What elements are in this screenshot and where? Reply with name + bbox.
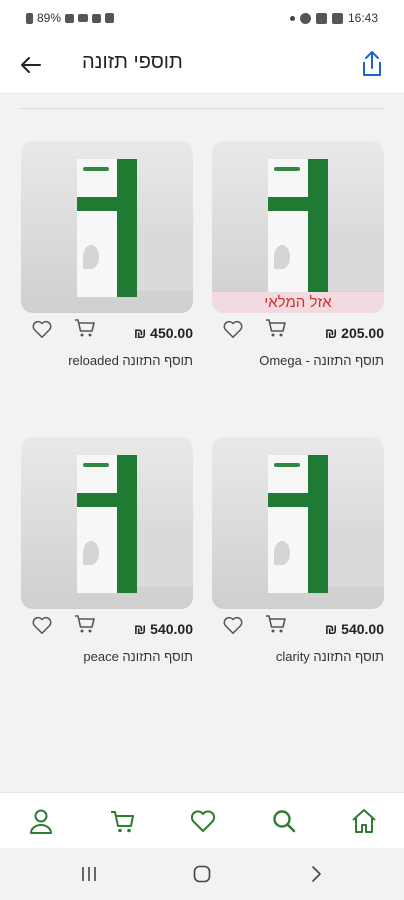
wifi-icon [78, 14, 89, 22]
heart-icon[interactable] [189, 807, 217, 835]
profile-icon[interactable] [27, 807, 55, 835]
product-name[interactable]: תוסף התזונה - Omega [212, 353, 384, 368]
product-price: 540.00 ₪ [324, 621, 384, 637]
product-price: 205.00 ₪ [324, 325, 384, 341]
product-card[interactable]: אזל המלאי 205.00 ₪ תוסף התזונה - Omega [212, 141, 384, 368]
chevron-right-icon[interactable] [306, 864, 326, 884]
product-card[interactable]: 540.00 ₪ תוסף התזונה peace [21, 437, 193, 664]
product-image[interactable] [21, 141, 193, 313]
arrow-left-icon [21, 57, 41, 73]
app-notification-icon [299, 12, 311, 24]
leaf-icon [83, 245, 99, 269]
add-to-cart-icon[interactable] [73, 317, 97, 339]
recent-apps-icon[interactable] [79, 864, 99, 884]
add-to-cart-icon[interactable] [73, 613, 97, 635]
product-price: 450.00 ₪ [133, 325, 193, 341]
product-image[interactable] [21, 437, 193, 609]
share-icon [363, 51, 381, 76]
home-circle-icon[interactable] [192, 864, 212, 884]
app-bar: תוספי תזונה [0, 36, 404, 94]
page-title: תוספי תזונה [82, 51, 183, 73]
search-icon[interactable] [270, 807, 298, 835]
card-actions: 450.00 ₪ [21, 313, 193, 353]
battery-level: 89% [37, 11, 62, 25]
signal-icon [65, 13, 75, 23]
add-to-cart-icon[interactable] [264, 613, 288, 635]
system-nav-bar [0, 848, 404, 900]
divider [20, 108, 384, 109]
product-name[interactable]: תוסף התזונה peace [21, 649, 193, 664]
card-actions: 540.00 ₪ [212, 609, 384, 649]
bottom-nav [0, 792, 404, 848]
heart-icon[interactable] [31, 615, 53, 635]
cart-icon[interactable] [108, 807, 136, 835]
back-button[interactable] [16, 50, 46, 80]
leaf-icon [274, 245, 290, 269]
product-name[interactable]: תוסף התזונה reloaded [21, 353, 193, 368]
heart-icon[interactable] [31, 319, 53, 339]
product-image[interactable] [212, 437, 384, 609]
heart-icon[interactable] [222, 319, 244, 339]
mute-icon [92, 13, 102, 23]
card-actions: 205.00 ₪ [212, 313, 384, 353]
product-price: 540.00 ₪ [133, 621, 193, 637]
image-icon [331, 12, 343, 24]
sold-out-badge: אזל המלאי [212, 292, 384, 313]
product-card[interactable]: 540.00 ₪ תוסף התזונה clarity [212, 437, 384, 664]
status-bar: 89% 16:43 [0, 0, 404, 36]
gallery-icon [315, 12, 327, 24]
status-left: 89% [26, 11, 115, 25]
share-button[interactable] [358, 48, 386, 80]
status-right: 16:43 [289, 11, 378, 25]
clock: 16:43 [347, 11, 378, 25]
leaf-icon [83, 541, 99, 565]
notification-dot-icon [289, 15, 295, 21]
product-name[interactable]: תוסף התזונה clarity [212, 649, 384, 664]
home-icon[interactable] [350, 807, 378, 835]
heart-icon[interactable] [222, 615, 244, 635]
card-actions: 540.00 ₪ [21, 609, 193, 649]
product-image[interactable]: אזל המלאי [212, 141, 384, 313]
add-to-cart-icon[interactable] [264, 317, 288, 339]
nfc-icon [105, 13, 115, 23]
leaf-icon [274, 541, 290, 565]
product-card[interactable]: 450.00 ₪ תוסף התזונה reloaded [21, 141, 193, 368]
battery-icon [26, 12, 33, 24]
